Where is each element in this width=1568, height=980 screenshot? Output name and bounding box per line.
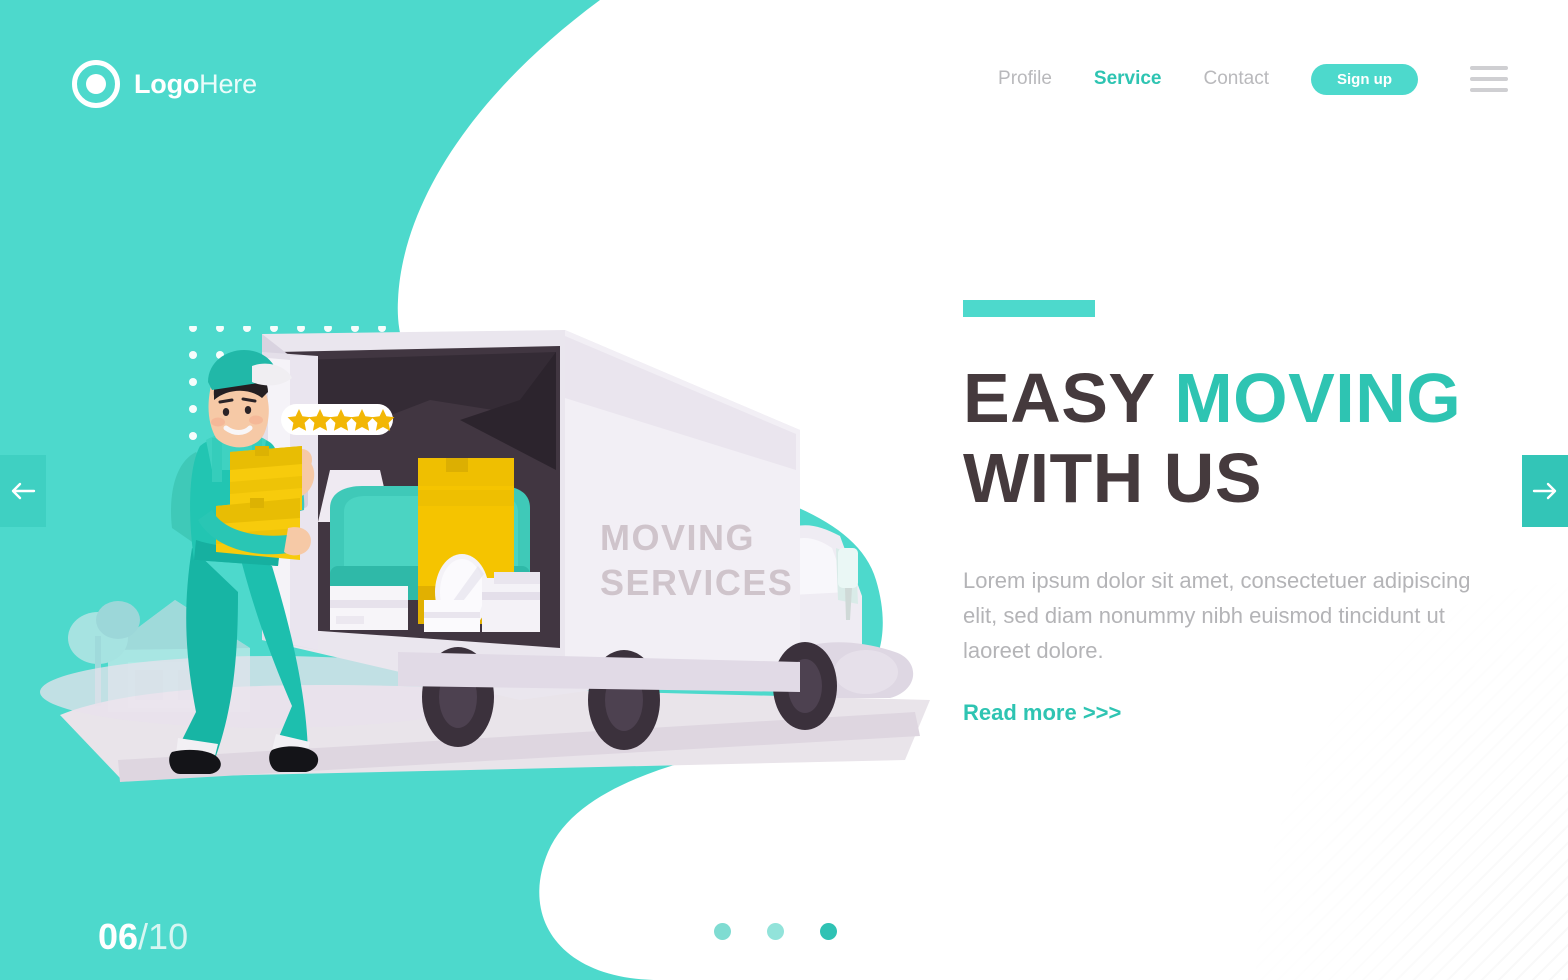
- page-title: EASY MOVING WITH US: [963, 359, 1483, 519]
- headline-line2: WITH US: [963, 438, 1263, 517]
- prev-slide-button[interactable]: [0, 455, 46, 527]
- next-slide-button[interactable]: [1522, 455, 1568, 527]
- truck-label-line2: SERVICES: [600, 562, 793, 603]
- hamburger-line: [1470, 88, 1508, 92]
- headline-part-moving: MOVING: [1174, 359, 1462, 437]
- hero-copy: EASY MOVING WITH US Lorem ipsum dolor si…: [963, 300, 1483, 726]
- sign-up-button[interactable]: Sign up: [1311, 63, 1418, 95]
- logo-text-bold: Logo: [134, 68, 200, 99]
- hero-body-text: Lorem ipsum dolor sit amet, consectetuer…: [963, 567, 1471, 663]
- read-more-link[interactable]: Read more >>>: [963, 700, 1121, 726]
- nav-item-profile[interactable]: Profile: [998, 64, 1052, 94]
- slide-counter: 06/10: [98, 916, 188, 958]
- logo-text-light: Here: [199, 68, 257, 99]
- headline-part-easy: EASY: [963, 359, 1175, 437]
- slide-current: 06: [98, 916, 139, 957]
- hamburger-line: [1470, 77, 1508, 81]
- circle-ring-icon: [72, 60, 120, 108]
- rating-badge: [281, 404, 395, 435]
- main-navigation: Profile Service Contact Sign up: [998, 62, 1508, 96]
- logo-text: LogoHere: [134, 69, 257, 100]
- nav-item-contact[interactable]: Contact: [1204, 64, 1269, 94]
- slide-dot-2[interactable]: [767, 923, 784, 940]
- slide-dot-1[interactable]: [714, 923, 731, 940]
- slide-total: /10: [138, 916, 189, 957]
- nav-item-service[interactable]: Service: [1094, 64, 1162, 94]
- site-header: LogoHere Profile Service Contact Sign up: [0, 0, 1568, 165]
- truck-label-line1: MOVING: [600, 517, 755, 558]
- hero-slide: MOVING SERVICES LogoHere Profile Service…: [0, 0, 1568, 980]
- arrow-right-icon: [1532, 482, 1557, 500]
- hamburger-menu-icon[interactable]: [1470, 62, 1508, 96]
- arrow-left-icon: [11, 482, 36, 500]
- hamburger-line: [1470, 66, 1508, 70]
- slide-dots: [714, 923, 837, 940]
- accent-bar: [963, 300, 1095, 317]
- slide-dot-3-active[interactable]: [820, 923, 837, 940]
- logo[interactable]: LogoHere: [72, 60, 257, 108]
